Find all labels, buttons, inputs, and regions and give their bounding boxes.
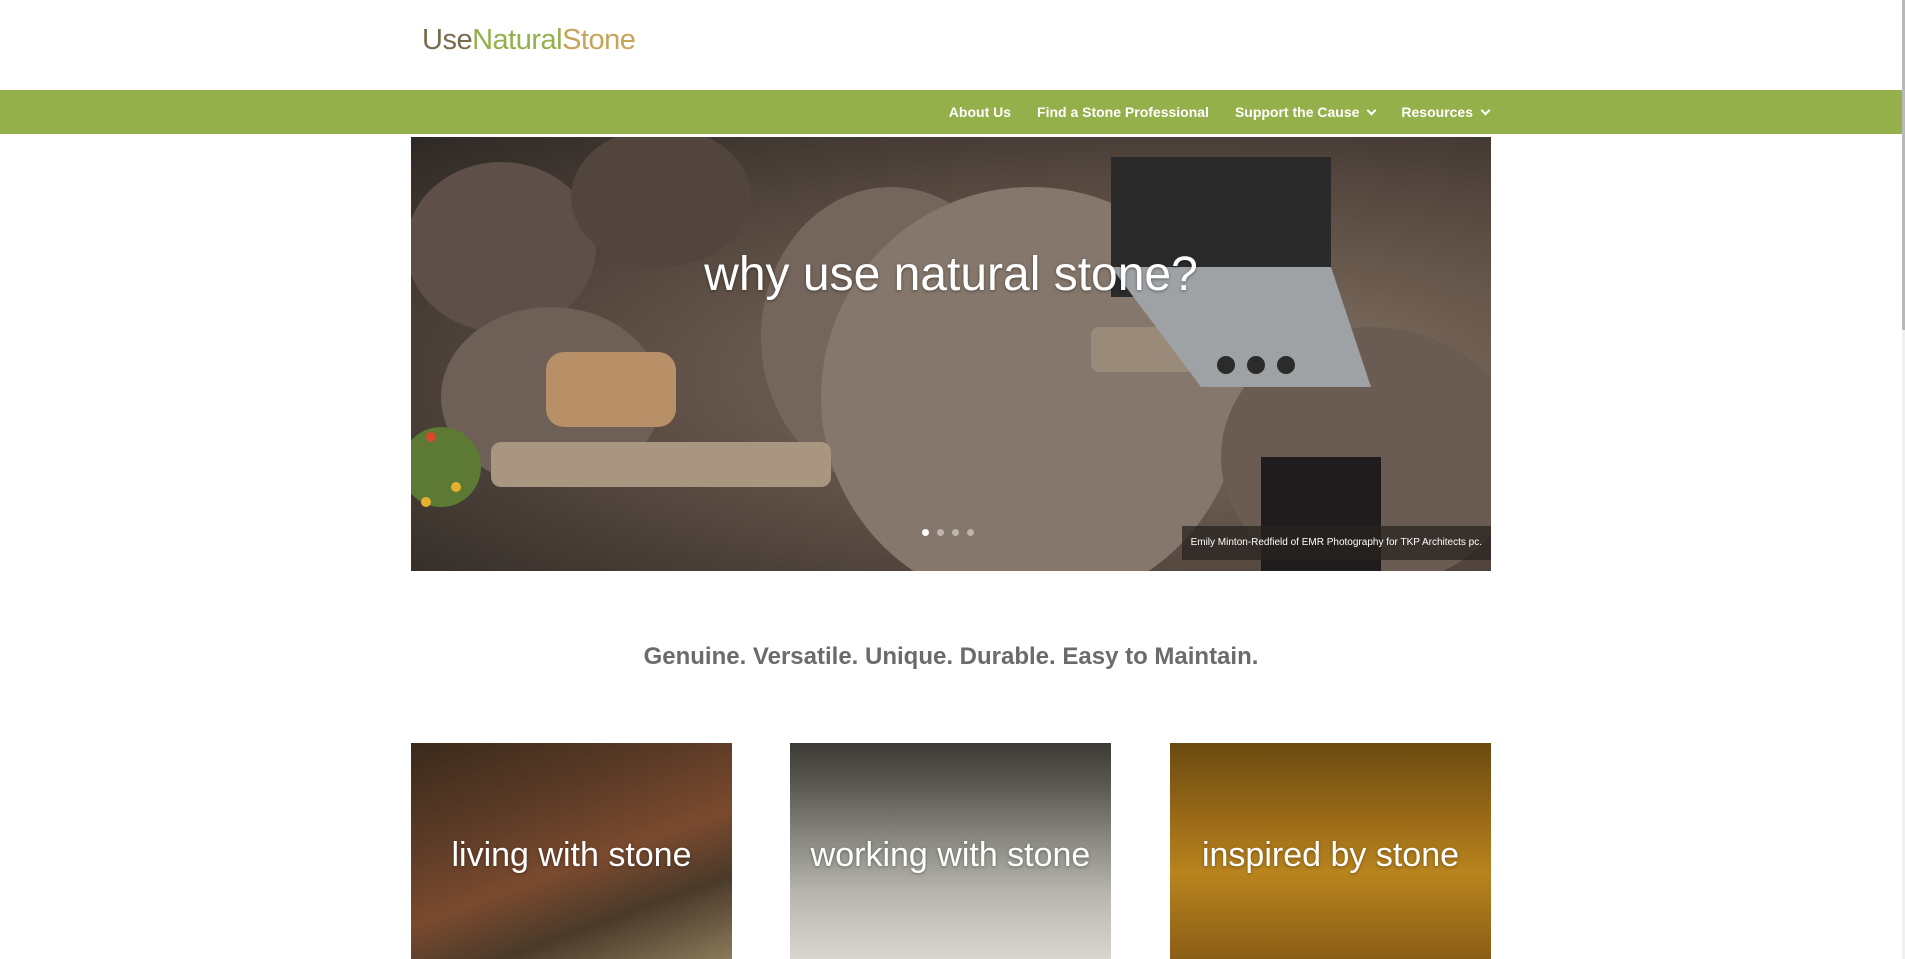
chevron-down-icon (1366, 105, 1377, 115)
nav-menu: About Us Find a Stone Professional Suppo… (949, 90, 1491, 134)
slider-dots (922, 529, 974, 536)
site-logo[interactable]: UseNaturalStone (422, 24, 636, 57)
chevron-down-icon (1480, 105, 1491, 115)
site-header: UseNaturalStone (0, 0, 1905, 90)
slider-dot-4[interactable] (967, 529, 974, 536)
nav-item-label: Find a Stone Professional (1037, 104, 1209, 120)
nav-item-label: Resources (1401, 104, 1473, 120)
slider-dot-1[interactable] (922, 529, 929, 536)
nav-item-resources[interactable]: Resources (1401, 104, 1491, 120)
logo-part-stone: Stone (562, 24, 636, 56)
slider-dot-3[interactable] (952, 529, 959, 536)
page: UseNaturalStone About Us Find a Stone Pr… (0, 0, 1905, 959)
slider-dot-2[interactable] (937, 529, 944, 536)
tile-living-with-stone[interactable]: living with stone (411, 743, 732, 959)
hero-title: why use natural stone? (704, 248, 1198, 301)
tile-label: living with stone (451, 836, 692, 874)
nav-item-find-professional[interactable]: Find a Stone Professional (1037, 104, 1209, 120)
hero-image (411, 137, 1491, 571)
logo-part-use: Use (422, 24, 473, 56)
photo-credit: Emily Minton-Redfield of EMR Photography… (1181, 526, 1491, 560)
hero-slider[interactable]: why use natural stone? Emily Minton-Redf… (411, 137, 1491, 571)
tile-label: inspired by stone (1201, 836, 1460, 874)
nav-item-label: About Us (948, 104, 1012, 120)
nav-item-label: Support the Cause (1234, 104, 1360, 120)
tile-label: working with stone (810, 836, 1091, 874)
logo-part-natural: Natural (472, 24, 563, 56)
main-navigation: About Us Find a Stone Professional Suppo… (0, 90, 1905, 134)
nav-item-about[interactable]: About Us (949, 104, 1011, 120)
tagline: Genuine. Versatile. Unique. Durable. Eas… (643, 643, 1259, 670)
nav-item-support[interactable]: Support the Cause (1234, 104, 1377, 120)
tile-working-with-stone[interactable]: working with stone (790, 743, 1111, 959)
tile-inspired-by-stone[interactable]: inspired by stone (1170, 743, 1491, 959)
